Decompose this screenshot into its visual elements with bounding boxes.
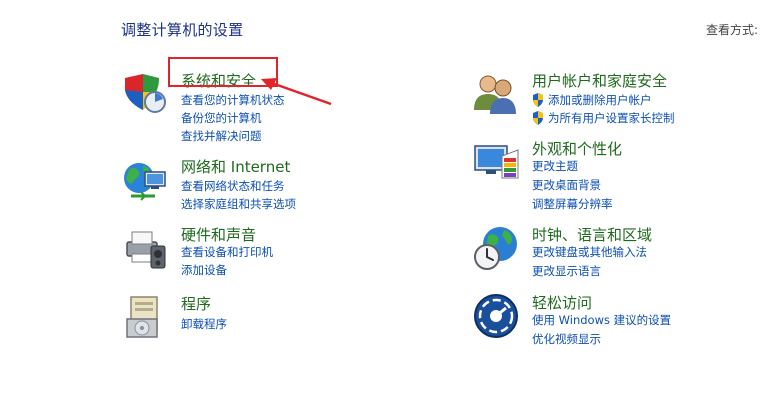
category-title-appearance[interactable]: 外观和个性化 [532,138,622,159]
category-title-network-internet[interactable]: 网络和 Internet [181,156,290,177]
annotation-arrow-icon [261,78,332,106]
link-change-display-language[interactable]: 更改显示语言 [532,263,601,279]
uac-shield-icon [533,111,543,125]
programs-icon [126,296,158,338]
category-user-accounts: 用户帐户和家庭安全 添加或删除用户帐户 为所有用户设置家长控制 [472,70,732,130]
category-title-user-accounts[interactable]: 用户帐户和家庭安全 [532,70,667,91]
printer-icon [126,231,166,269]
category-title-ease-of-access[interactable]: 轻松访问 [532,292,592,313]
link-troubleshoot[interactable]: 查找并解决问题 [181,128,262,144]
link-windows-suggested-settings[interactable]: 使用 Windows 建议的设置 [532,312,671,328]
link-optimize-video-display[interactable]: 优化视频显示 [532,331,601,347]
link-parental-controls-label: 为所有用户设置家长控制 [548,111,675,125]
category-clock-language-region: 时钟、语言和区域 更改键盘或其他输入法 更改显示语言 [472,224,732,284]
shield-icon [125,74,166,113]
link-devices-printers[interactable]: 查看设备和打印机 [181,244,273,260]
uac-shield-icon [533,93,543,107]
link-homegroup-sharing[interactable]: 选择家庭组和共享选项 [181,196,296,212]
page-title: 调整计算机的设置 [121,21,244,39]
category-title-programs[interactable]: 程序 [181,293,211,314]
link-uninstall-program[interactable]: 卸载程序 [181,316,227,332]
category-hardware-sound: 硬件和声音 查看设备和打印机 添加设备 [121,224,361,284]
clock-globe-icon [474,227,517,270]
view-by-label[interactable]: 查看方式: [706,21,758,38]
link-parental-controls[interactable]: 为所有用户设置家长控制 [532,110,675,126]
link-backup-computer[interactable]: 备份您的计算机 [181,110,262,126]
link-view-network-status[interactable]: 查看网络状态和任务 [181,178,285,194]
users-icon [474,75,516,114]
ease-of-access-icon [474,294,518,338]
category-ease-of-access: 轻松访问 使用 Windows 建议的设置 优化视频显示 [472,292,732,352]
category-appearance: 外观和个性化 更改主题 更改桌面背景 调整屏幕分辨率 [472,138,732,214]
link-change-keyboard-input[interactable]: 更改键盘或其他输入法 [532,244,647,260]
category-network-internet: 网络和 Internet 查看网络状态和任务 选择家庭组和共享选项 [121,156,361,216]
link-adjust-resolution[interactable]: 调整屏幕分辨率 [532,196,613,212]
link-change-theme[interactable]: 更改主题 [532,158,578,174]
category-title-clock-language-region[interactable]: 时钟、语言和区域 [532,224,652,245]
link-add-device[interactable]: 添加设备 [181,262,227,278]
monitor-palette-icon [474,145,519,179]
link-add-remove-accounts[interactable]: 添加或删除用户帐户 [532,92,652,108]
network-globe-icon [124,163,166,201]
category-programs: 程序 卸载程序 [121,293,361,341]
link-change-desktop-background[interactable]: 更改桌面背景 [532,177,601,193]
link-add-remove-accounts-label: 添加或删除用户帐户 [548,93,652,107]
category-title-hardware-sound[interactable]: 硬件和声音 [181,224,256,245]
